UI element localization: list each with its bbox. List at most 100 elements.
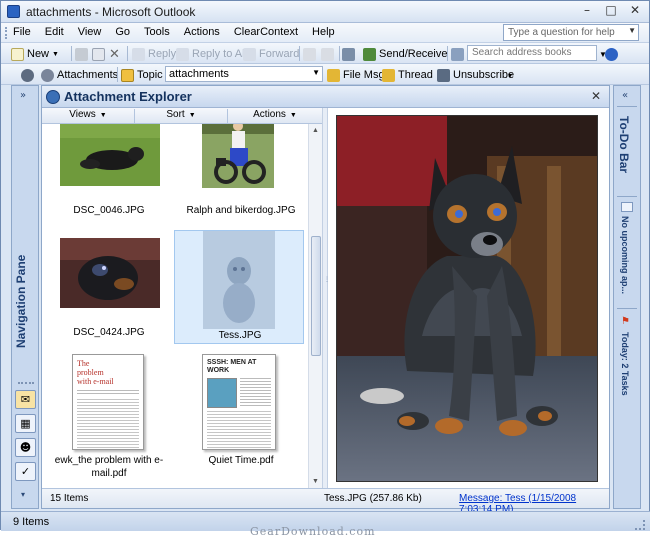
minimize-icon[interactable]: –: [579, 4, 595, 18]
tasks-icon[interactable]: ✓: [15, 462, 36, 481]
sort-dropdown[interactable]: Sort ▼: [135, 109, 228, 123]
topic-icon: [121, 68, 134, 82]
scrollbar-thumb[interactable]: [311, 236, 321, 356]
address-book-button[interactable]: [451, 46, 464, 62]
standard-toolbar: New ▼ ✕ Reply Reply to All Forward Send/…: [1, 43, 649, 64]
thread-button[interactable]: Thread: [382, 67, 433, 83]
close-icon[interactable]: ✕: [591, 89, 601, 103]
new-mail-icon: [11, 47, 24, 61]
menu-tools[interactable]: Tools: [144, 26, 170, 38]
menu-file[interactable]: File: [13, 26, 31, 38]
send-receive-icon: [363, 47, 376, 61]
outlook-app-icon[interactable]: [7, 5, 20, 18]
attachment-item[interactable]: Ralph and bikerdog.JPG: [176, 124, 306, 222]
forward-button[interactable]: Forward: [243, 46, 299, 62]
scroll-down-icon[interactable]: ▼: [312, 478, 319, 485]
chevron-down-icon[interactable]: ▼: [628, 26, 636, 35]
navigation-pane-label[interactable]: Navigation Pane: [14, 206, 38, 396]
attachment-caption: DSC_0046.JPG: [73, 205, 145, 216]
menu-grip-icon[interactable]: [5, 27, 8, 39]
window-title: attachments - Microsoft Outlook: [26, 5, 196, 19]
tess-dog-preview-image: [337, 116, 597, 481]
today-tasks-text[interactable]: Today: 2 Tasks: [620, 332, 630, 396]
file-msg-button[interactable]: File Msg: [327, 67, 385, 83]
filter-icon: [321, 47, 334, 61]
dog-on-grass-thumbnail: [60, 124, 160, 186]
close-icon[interactable]: ✕: [627, 4, 643, 18]
configure-buttons-icon[interactable]: ▾: [21, 490, 25, 499]
move-button[interactable]: [92, 46, 105, 62]
thumbnail-scrollbar[interactable]: ▲ ▼: [308, 124, 322, 488]
move-folder-icon: [92, 47, 105, 61]
menu-clearcontext[interactable]: ClearContext: [234, 26, 298, 38]
pdf-thumbnail-heading: The problem with e-mail: [77, 359, 114, 386]
attachment-caption: DSC_0424.JPG: [73, 327, 145, 338]
new-button[interactable]: New ▼: [11, 46, 59, 62]
address-book-icon: [451, 47, 464, 61]
forward-icon: [243, 47, 256, 61]
calendar-icon[interactable]: ▦: [15, 414, 36, 433]
window-controls: – □ ✕: [579, 4, 643, 18]
delete-button[interactable]: ✕: [109, 46, 120, 62]
unsubscribe-icon: [437, 68, 450, 82]
chevron-down-icon: ▼: [99, 112, 107, 119]
explorer-header: Attachment Explorer ✕: [42, 86, 609, 108]
delete-x-icon: ✕: [109, 46, 120, 61]
outlook-window: attachments - Microsoft Outlook – □ ✕ Fi…: [0, 0, 650, 531]
clearcontext-button[interactable]: [21, 67, 34, 83]
clearcontext-icon: [21, 68, 34, 82]
expand-chevron-icon[interactable]: »: [20, 90, 26, 101]
scroll-up-icon[interactable]: ▲: [312, 127, 319, 134]
upcoming-appointments-text[interactable]: No upcoming ap...: [620, 216, 630, 294]
attachment-item[interactable]: The problem with e-mail ewk_the problem …: [44, 354, 174, 479]
pdf-thumbnail: SSSH: MEN AT WORK: [202, 354, 276, 451]
chevron-down-icon[interactable]: ▼: [312, 68, 320, 77]
grip-icon[interactable]: [18, 382, 34, 384]
actions-dropdown[interactable]: Actions ▼: [228, 109, 322, 123]
categorize-button[interactable]: [321, 46, 334, 62]
todo-bar-label[interactable]: To-Do Bar: [617, 116, 631, 173]
item-count: 15 Items: [50, 493, 89, 504]
maximize-icon[interactable]: □: [603, 4, 619, 18]
expand-chevron-icon[interactable]: «: [622, 90, 628, 101]
explorer-subtoolbar: Views ▼ Sort ▼ Actions ▼: [42, 108, 322, 124]
menu-go[interactable]: Go: [115, 26, 130, 38]
flag-button[interactable]: [303, 46, 316, 62]
toolbar-options-icon[interactable]: ▾: [508, 67, 512, 83]
help-button[interactable]: [605, 46, 618, 62]
menu-view[interactable]: View: [78, 26, 102, 38]
resize-grip-icon[interactable]: [635, 520, 645, 530]
help-search-input[interactable]: Type a question for help ▼: [503, 24, 639, 41]
send-receive-button[interactable]: Send/Receive ▼: [363, 46, 457, 62]
pane-splitter[interactable]: ⋮: [322, 108, 330, 488]
chevron-down-icon: ▼: [289, 112, 297, 119]
chevron-down-icon: ▼: [52, 50, 59, 58]
topic-input[interactable]: attachments ▼: [165, 66, 323, 82]
views-dropdown[interactable]: Views ▼: [42, 109, 135, 123]
unsubscribe-button[interactable]: Unsubscribe: [437, 67, 514, 83]
reply-icon: [132, 47, 145, 61]
mail-icon[interactable]: ✉: [15, 390, 36, 409]
print-button[interactable]: [75, 46, 88, 62]
attachments-button[interactable]: Attachments: [41, 67, 118, 83]
menu-help[interactable]: Help: [312, 26, 335, 38]
attachment-thumbnail-grid: DSC_0046.JPG Ralph and bikerdog.JPG DSC_…: [42, 124, 308, 488]
attachments-icon: [41, 68, 54, 82]
attachment-caption: Tess.JPG: [218, 330, 262, 341]
attachment-item[interactable]: DSC_0046.JPG: [44, 124, 174, 222]
search-address-books-input[interactable]: Search address books: [467, 45, 597, 61]
attachment-item[interactable]: SSSH: MEN AT WORK Quiet Time.pdf: [176, 354, 306, 468]
attachment-item-selected[interactable]: Tess.JPG: [174, 230, 304, 344]
reply-all-button[interactable]: Reply to All: [176, 46, 247, 62]
attachment-preview[interactable]: [336, 115, 598, 482]
contacts-icon[interactable]: ☻: [15, 438, 36, 457]
attachment-item[interactable]: DSC_0424.JPG: [44, 230, 174, 344]
reply-all-icon: [176, 47, 189, 61]
menu-edit[interactable]: Edit: [45, 26, 64, 38]
watermark: GearDownload.com: [250, 525, 376, 538]
attachment-explorer-panel: Attachment Explorer ✕ Views ▼ Sort ▼ Actio…: [41, 85, 610, 515]
attachment-explorer-icon: [46, 90, 60, 104]
reply-button[interactable]: Reply: [132, 46, 176, 62]
menu-actions[interactable]: Actions: [184, 26, 220, 38]
rules-button[interactable]: [342, 46, 355, 62]
